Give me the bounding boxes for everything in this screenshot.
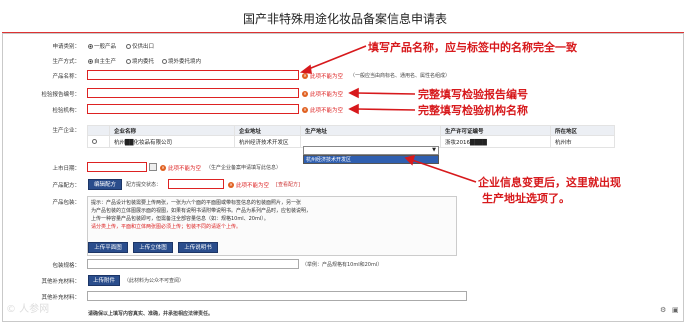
arrow-line	[411, 159, 477, 183]
callout-arrows	[299, 45, 477, 183]
arrow-head	[348, 103, 359, 115]
arrow-line	[355, 92, 416, 95]
arrow-line	[355, 108, 416, 111]
arrow-head	[299, 64, 312, 74]
arrow-head	[404, 154, 416, 166]
arrow-line	[305, 45, 367, 71]
arrow-head	[348, 87, 359, 99]
